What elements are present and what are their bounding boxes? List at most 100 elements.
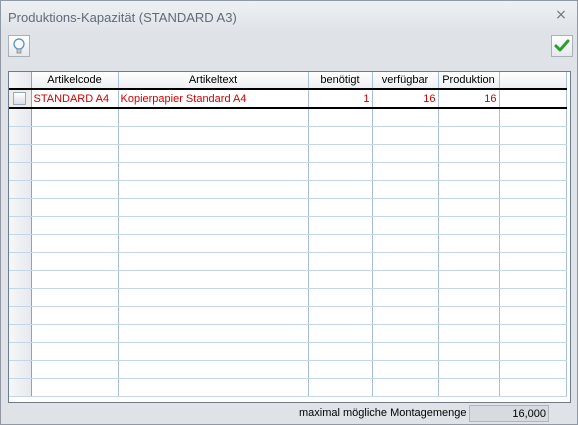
empty-cell[interactable] bbox=[438, 108, 500, 127]
empty-cell[interactable] bbox=[31, 198, 119, 217]
hint-button[interactable] bbox=[8, 35, 30, 57]
empty-cell[interactable] bbox=[31, 126, 119, 145]
col-artikeltext[interactable]: Artikeltext bbox=[118, 72, 309, 90]
empty-cell[interactable] bbox=[499, 108, 567, 127]
cell-empty[interactable] bbox=[499, 88, 567, 109]
empty-cell[interactable] bbox=[118, 108, 309, 127]
empty-cell[interactable] bbox=[308, 198, 373, 217]
empty-cell[interactable] bbox=[372, 306, 439, 325]
row-selector[interactable] bbox=[9, 180, 32, 199]
empty-cell[interactable] bbox=[372, 324, 439, 343]
empty-table-row[interactable] bbox=[9, 360, 567, 379]
empty-cell[interactable] bbox=[118, 270, 309, 289]
empty-cell[interactable] bbox=[308, 216, 373, 235]
empty-cell[interactable] bbox=[31, 216, 119, 235]
empty-cell[interactable] bbox=[308, 126, 373, 145]
empty-cell[interactable] bbox=[31, 342, 119, 361]
empty-table-row[interactable] bbox=[9, 378, 567, 397]
row-selector[interactable] bbox=[9, 88, 32, 109]
empty-cell[interactable] bbox=[308, 378, 373, 397]
empty-table-row[interactable] bbox=[9, 252, 567, 271]
empty-cell[interactable] bbox=[118, 342, 309, 361]
empty-cell[interactable] bbox=[118, 180, 309, 199]
empty-table-row[interactable] bbox=[9, 198, 567, 217]
empty-cell[interactable] bbox=[308, 108, 373, 127]
table-row[interactable]: STANDARD A4 Kopierpapier Standard A4 1 1… bbox=[9, 88, 567, 109]
row-selector[interactable] bbox=[9, 144, 32, 163]
empty-cell[interactable] bbox=[308, 306, 373, 325]
col-benoetigt[interactable]: benötigt bbox=[308, 72, 373, 90]
empty-cell[interactable] bbox=[118, 252, 309, 271]
empty-cell[interactable] bbox=[118, 360, 309, 379]
empty-cell[interactable] bbox=[31, 180, 119, 199]
empty-cell[interactable] bbox=[499, 342, 567, 361]
empty-cell[interactable] bbox=[499, 162, 567, 181]
row-selector[interactable] bbox=[9, 342, 32, 361]
empty-cell[interactable] bbox=[499, 144, 567, 163]
empty-cell[interactable] bbox=[438, 198, 500, 217]
empty-cell[interactable] bbox=[118, 126, 309, 145]
empty-cell[interactable] bbox=[372, 378, 439, 397]
empty-cell[interactable] bbox=[499, 378, 567, 397]
empty-cell[interactable] bbox=[438, 252, 500, 271]
empty-table-row[interactable] bbox=[9, 108, 567, 127]
empty-cell[interactable] bbox=[499, 360, 567, 379]
empty-cell[interactable] bbox=[31, 360, 119, 379]
empty-cell[interactable] bbox=[308, 180, 373, 199]
empty-cell[interactable] bbox=[118, 216, 309, 235]
col-verfuegbar[interactable]: verfügbar bbox=[372, 72, 439, 90]
row-selector[interactable] bbox=[9, 126, 32, 145]
empty-cell[interactable] bbox=[438, 126, 500, 145]
empty-cell[interactable] bbox=[308, 324, 373, 343]
empty-cell[interactable] bbox=[499, 288, 567, 307]
empty-cell[interactable] bbox=[372, 108, 439, 127]
empty-cell[interactable] bbox=[308, 144, 373, 163]
empty-cell[interactable] bbox=[31, 108, 119, 127]
empty-table-row[interactable] bbox=[9, 306, 567, 325]
row-selector[interactable] bbox=[9, 198, 32, 217]
cell-artikelcode[interactable]: STANDARD A4 bbox=[31, 88, 119, 109]
row-selector[interactable] bbox=[9, 252, 32, 271]
empty-cell[interactable] bbox=[438, 378, 500, 397]
empty-cell[interactable] bbox=[118, 234, 309, 253]
cell-verfuegbar[interactable]: 16 bbox=[372, 88, 439, 109]
empty-cell[interactable] bbox=[438, 234, 500, 253]
empty-cell[interactable] bbox=[308, 360, 373, 379]
empty-cell[interactable] bbox=[438, 288, 500, 307]
empty-cell[interactable] bbox=[31, 144, 119, 163]
empty-cell[interactable] bbox=[372, 270, 439, 289]
empty-table-row[interactable] bbox=[9, 216, 567, 235]
empty-cell[interactable] bbox=[438, 324, 500, 343]
close-icon[interactable]: × bbox=[553, 7, 569, 23]
cell-produktion[interactable]: 16 bbox=[438, 88, 500, 109]
cell-artikeltext[interactable]: Kopierpapier Standard A4 bbox=[118, 88, 309, 109]
empty-cell[interactable] bbox=[31, 252, 119, 271]
row-selector[interactable] bbox=[9, 288, 32, 307]
empty-cell[interactable] bbox=[499, 216, 567, 235]
empty-cell[interactable] bbox=[499, 270, 567, 289]
empty-cell[interactable] bbox=[31, 324, 119, 343]
empty-cell[interactable] bbox=[31, 288, 119, 307]
empty-cell[interactable] bbox=[118, 288, 309, 307]
empty-cell[interactable] bbox=[372, 198, 439, 217]
row-selector[interactable] bbox=[9, 360, 32, 379]
empty-cell[interactable] bbox=[372, 360, 439, 379]
empty-cell[interactable] bbox=[499, 234, 567, 253]
empty-cell[interactable] bbox=[438, 180, 500, 199]
row-selector[interactable] bbox=[9, 108, 32, 127]
empty-table-row[interactable] bbox=[9, 324, 567, 343]
empty-cell[interactable] bbox=[118, 306, 309, 325]
row-selector[interactable] bbox=[9, 306, 32, 325]
empty-cell[interactable] bbox=[372, 216, 439, 235]
empty-cell[interactable] bbox=[372, 144, 439, 163]
empty-table-row[interactable] bbox=[9, 270, 567, 289]
empty-cell[interactable] bbox=[438, 216, 500, 235]
capacity-grid[interactable]: Artikelcode Artikeltext benötigt verfügb… bbox=[8, 71, 571, 403]
empty-cell[interactable] bbox=[118, 144, 309, 163]
empty-cell[interactable] bbox=[372, 288, 439, 307]
empty-cell[interactable] bbox=[438, 162, 500, 181]
empty-table-row[interactable] bbox=[9, 180, 567, 199]
empty-cell[interactable] bbox=[308, 270, 373, 289]
empty-cell[interactable] bbox=[308, 288, 373, 307]
empty-cell[interactable] bbox=[308, 342, 373, 361]
